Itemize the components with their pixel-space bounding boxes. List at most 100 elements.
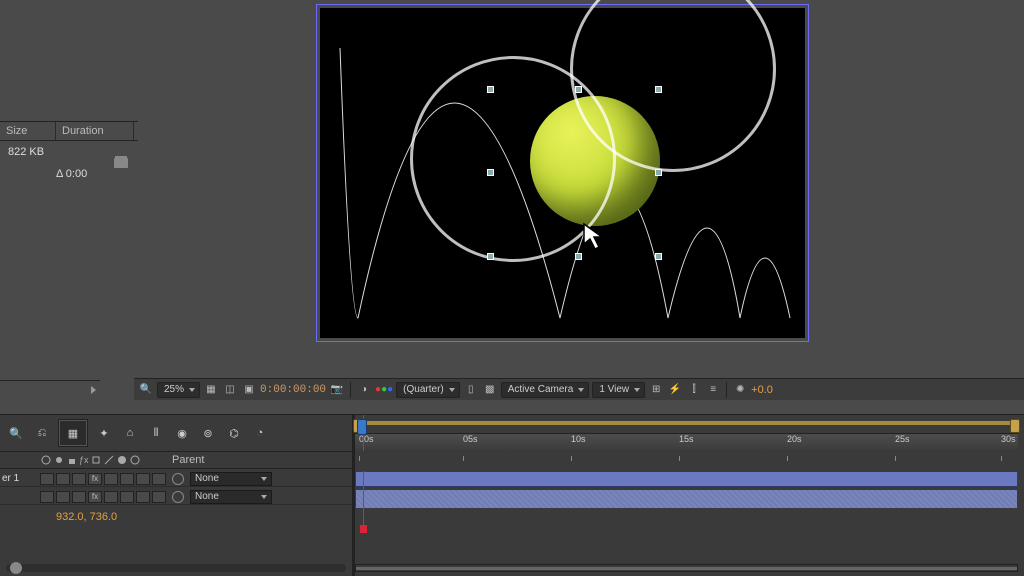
work-area-end-handle[interactable] [1010, 419, 1020, 433]
video-switch[interactable] [40, 491, 54, 503]
parent-value: None [195, 473, 219, 484]
audio-switch[interactable] [56, 491, 70, 503]
collapse-icon [90, 454, 102, 466]
solo-switch[interactable] [72, 473, 86, 485]
magnify-icon[interactable]: 🔍 [138, 382, 154, 398]
transform-handle[interactable] [575, 253, 582, 260]
ruler-tick: 25s [895, 434, 910, 444]
transform-handle[interactable] [655, 253, 662, 260]
threed-switch[interactable] [152, 473, 166, 485]
live-update-icon[interactable]: ▦ [58, 419, 88, 447]
ruler-tick: 10s [571, 434, 586, 444]
transform-handle[interactable] [487, 169, 494, 176]
parent-dropdown[interactable]: None [190, 490, 272, 504]
transparency-grid-icon[interactable]: ▩ [482, 382, 498, 398]
shy-icon[interactable]: ⌂ [120, 423, 140, 443]
graph-editor-icon[interactable]: ⌬ [224, 423, 244, 443]
solo-switch[interactable] [72, 491, 86, 503]
panel-expand-arrow[interactable] [0, 380, 100, 398]
lock-icon [66, 454, 78, 466]
viewer-footer-toolbar: 🔍 25% ▦ ◫ ▣ 0:00:00:00 📷 ◑ ●●● (Quarter)… [134, 378, 1024, 400]
transform-handle[interactable] [575, 86, 582, 93]
safe-zones-icon[interactable]: ◫ [222, 382, 238, 398]
switches-header: ƒx [36, 452, 166, 468]
layer-row-2[interactable]: fx None [0, 489, 352, 505]
ruler-tick: 15s [679, 434, 694, 444]
project-file-size: 822 KB [0, 146, 56, 158]
current-time-indicator[interactable] [363, 471, 364, 529]
pickwhip-icon[interactable] [172, 491, 184, 503]
exposure-value[interactable]: +0.0 [751, 384, 773, 396]
zoom-value: 25% [164, 384, 184, 395]
ruler-tick: 20s [787, 434, 802, 444]
mask-toggle-icon[interactable]: ▣ [241, 382, 257, 398]
fast-preview-icon[interactable]: ⚡ [667, 382, 683, 398]
cursor-arrow-icon [582, 222, 612, 252]
views-dropdown[interactable]: 1 View [592, 382, 645, 398]
parent-dropdown[interactable]: None [190, 472, 272, 486]
layer-name[interactable]: er 1 [0, 473, 36, 484]
motionblur-col-icon [116, 454, 128, 466]
fx-switch[interactable]: fx [88, 491, 102, 503]
draft3d-icon[interactable]: ✦ [94, 423, 114, 443]
color-mgmt-icon[interactable]: ●●● [375, 382, 393, 398]
layer-row-1[interactable]: er 1 fx None [0, 471, 352, 487]
timeline-panel: 🔍 ⎌ ▦ ✦ ⌂ ⫴ ◉ ⊚ ⌬ ◔ 00s 05s 10s 15s 20s … [0, 414, 1024, 576]
resolution-dropdown[interactable]: (Quarter) [396, 382, 460, 398]
search-icon[interactable]: 🔍 [6, 423, 26, 443]
timeline-icon[interactable]: ⫿ [686, 382, 702, 398]
layer-bar-2[interactable] [355, 489, 1018, 509]
audio-switch[interactable] [56, 473, 70, 485]
transform-handle[interactable] [655, 169, 662, 176]
adjustment-switch[interactable] [136, 491, 150, 503]
auto-keyframe-icon[interactable]: ◔ [250, 423, 270, 443]
layer-bar-1[interactable] [355, 471, 1018, 487]
zoom-slider-knob[interactable] [10, 562, 22, 574]
cti-cap[interactable] [360, 525, 367, 533]
transform-handle[interactable] [655, 86, 662, 93]
position-readout[interactable]: 932.0, 736.0 [56, 511, 117, 523]
folder-icon[interactable] [114, 158, 128, 168]
roi-icon[interactable]: ▯ [463, 382, 479, 398]
project-col-size[interactable]: Size [0, 122, 56, 140]
solo-icon [53, 454, 65, 466]
time-navigator[interactable] [355, 564, 1018, 572]
frame-blend-switch[interactable] [104, 491, 118, 503]
brainstorm-icon[interactable]: ⊚ [198, 423, 218, 443]
adjustment-switch[interactable] [136, 473, 150, 485]
comp-mini-flow-icon[interactable]: ⎌ [32, 423, 52, 443]
motion-blur-icon[interactable]: ◉ [172, 423, 192, 443]
comp-flowchart-icon[interactable]: ≡ [705, 382, 721, 398]
threed-switch[interactable] [152, 491, 166, 503]
tennis-ball-layer[interactable] [530, 96, 660, 226]
resolution-grid-icon[interactable]: ▦ [203, 382, 219, 398]
frame-blend-icon[interactable]: ⫴ [146, 423, 166, 443]
motion-blur-switch[interactable] [120, 491, 134, 503]
resolution-value: (Quarter) [403, 384, 444, 395]
time-ruler-area[interactable]: 00s 05s 10s 15s 20s 25s 30s [355, 415, 1018, 451]
eye-icon [40, 454, 52, 466]
pickwhip-icon[interactable] [172, 473, 184, 485]
delta-time: Δ 0:00 [56, 168, 87, 180]
transform-handle[interactable] [487, 86, 494, 93]
pixel-aspect-icon[interactable]: ⊞ [648, 382, 664, 398]
snapshot-icon[interactable]: 📷 [329, 382, 345, 398]
camera-dropdown[interactable]: Active Camera [501, 382, 590, 398]
zoom-dropdown[interactable]: 25% [157, 382, 200, 398]
video-switch[interactable] [40, 473, 54, 485]
frame-blend-switch[interactable] [104, 473, 118, 485]
playhead[interactable] [357, 419, 367, 435]
ruler-tick: 00s [359, 434, 374, 444]
composition-viewer[interactable] [320, 8, 805, 338]
time-ruler[interactable]: 00s 05s 10s 15s 20s 25s 30s [355, 433, 1018, 450]
motion-blur-switch[interactable] [120, 473, 134, 485]
exposure-reset-icon[interactable]: ✺ [732, 382, 748, 398]
transform-handle[interactable] [487, 253, 494, 260]
project-col-duration[interactable]: Duration [56, 122, 134, 140]
timeline-zoom-slider[interactable] [6, 564, 346, 572]
parent-column-header[interactable]: Parent [166, 452, 352, 468]
fx-switch[interactable]: fx [88, 473, 102, 485]
work-area-bar[interactable] [355, 421, 1018, 425]
current-timecode[interactable]: 0:00:00:00 [260, 384, 326, 396]
show-channel-icon[interactable]: ◑ [356, 382, 372, 398]
